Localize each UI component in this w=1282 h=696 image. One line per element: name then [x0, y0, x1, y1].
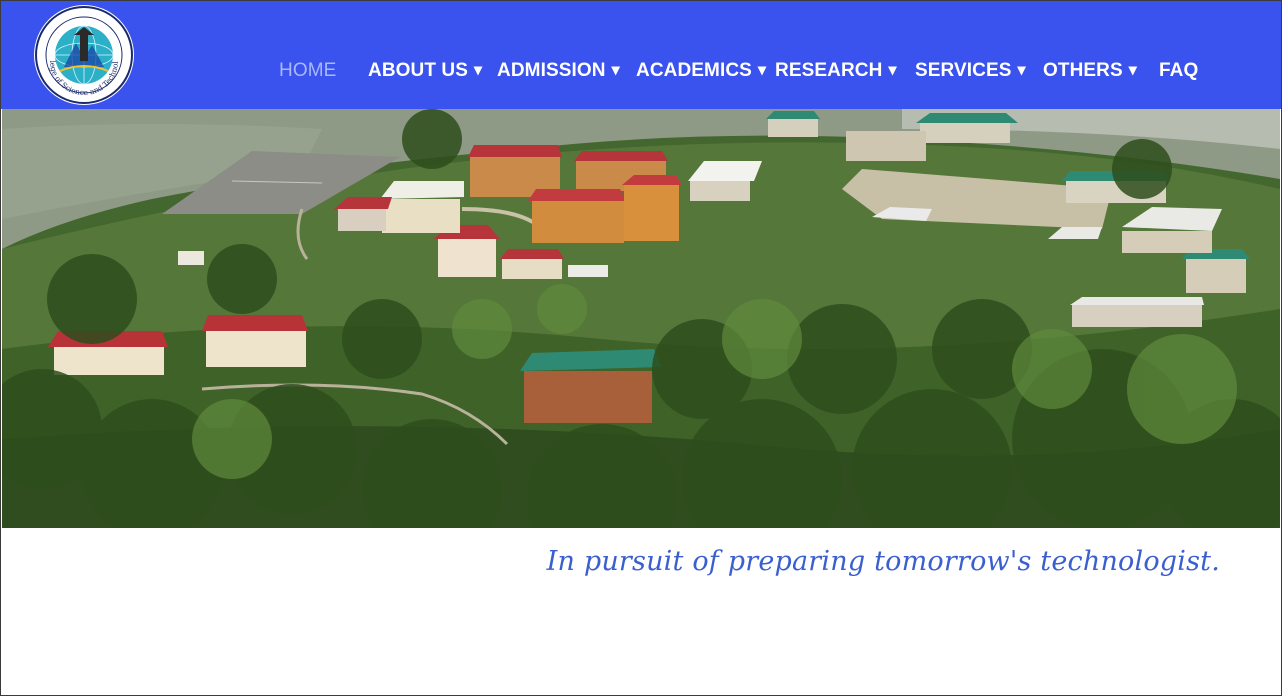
- chevron-down-icon: ▾: [1128, 62, 1137, 79]
- chevron-down-icon: ▾: [611, 62, 620, 79]
- nav-admission-label: ADMISSION: [497, 60, 606, 81]
- tagline: In pursuit of preparing tomorrow's techn…: [546, 546, 1220, 577]
- hero-campus-image: [2, 109, 1280, 528]
- chevron-down-icon: ▾: [474, 62, 483, 79]
- nav-academics-label: ACADEMICS: [636, 60, 752, 81]
- logo-emblem-icon: College of Science and Technology: [34, 5, 133, 104]
- nav-home[interactable]: HOME: [279, 56, 336, 86]
- nav-home-label: HOME: [279, 60, 337, 81]
- nav-research-label: RESEARCH: [775, 60, 883, 81]
- chevron-down-icon: ▾: [757, 62, 767, 79]
- nav-academics[interactable]: ACADEMICS ▾: [636, 56, 766, 86]
- nav-others-label: OTHERS: [1043, 60, 1123, 81]
- nav-faq[interactable]: FAQ: [1159, 56, 1198, 86]
- nav-research[interactable]: RESEARCH ▾: [775, 56, 897, 86]
- nav-admission[interactable]: ADMISSION ▾: [497, 56, 620, 86]
- nav-others[interactable]: OTHERS ▾: [1043, 56, 1137, 86]
- nav-about-us-label: ABOUT US: [368, 60, 469, 81]
- nav-faq-label: FAQ: [1159, 60, 1199, 81]
- chevron-down-icon: ▾: [888, 62, 897, 79]
- campus-photo: [2, 109, 1280, 528]
- chevron-down-icon: ▾: [1017, 62, 1026, 79]
- nav-services[interactable]: SERVICES ▾: [915, 56, 1026, 86]
- college-logo[interactable]: College of Science and Technology: [34, 5, 134, 105]
- nav-about-us[interactable]: ABOUT US ▾: [368, 56, 482, 86]
- site-header: College of Science and Technology HOME A…: [0, 0, 1282, 109]
- nav-services-label: SERVICES: [915, 60, 1012, 81]
